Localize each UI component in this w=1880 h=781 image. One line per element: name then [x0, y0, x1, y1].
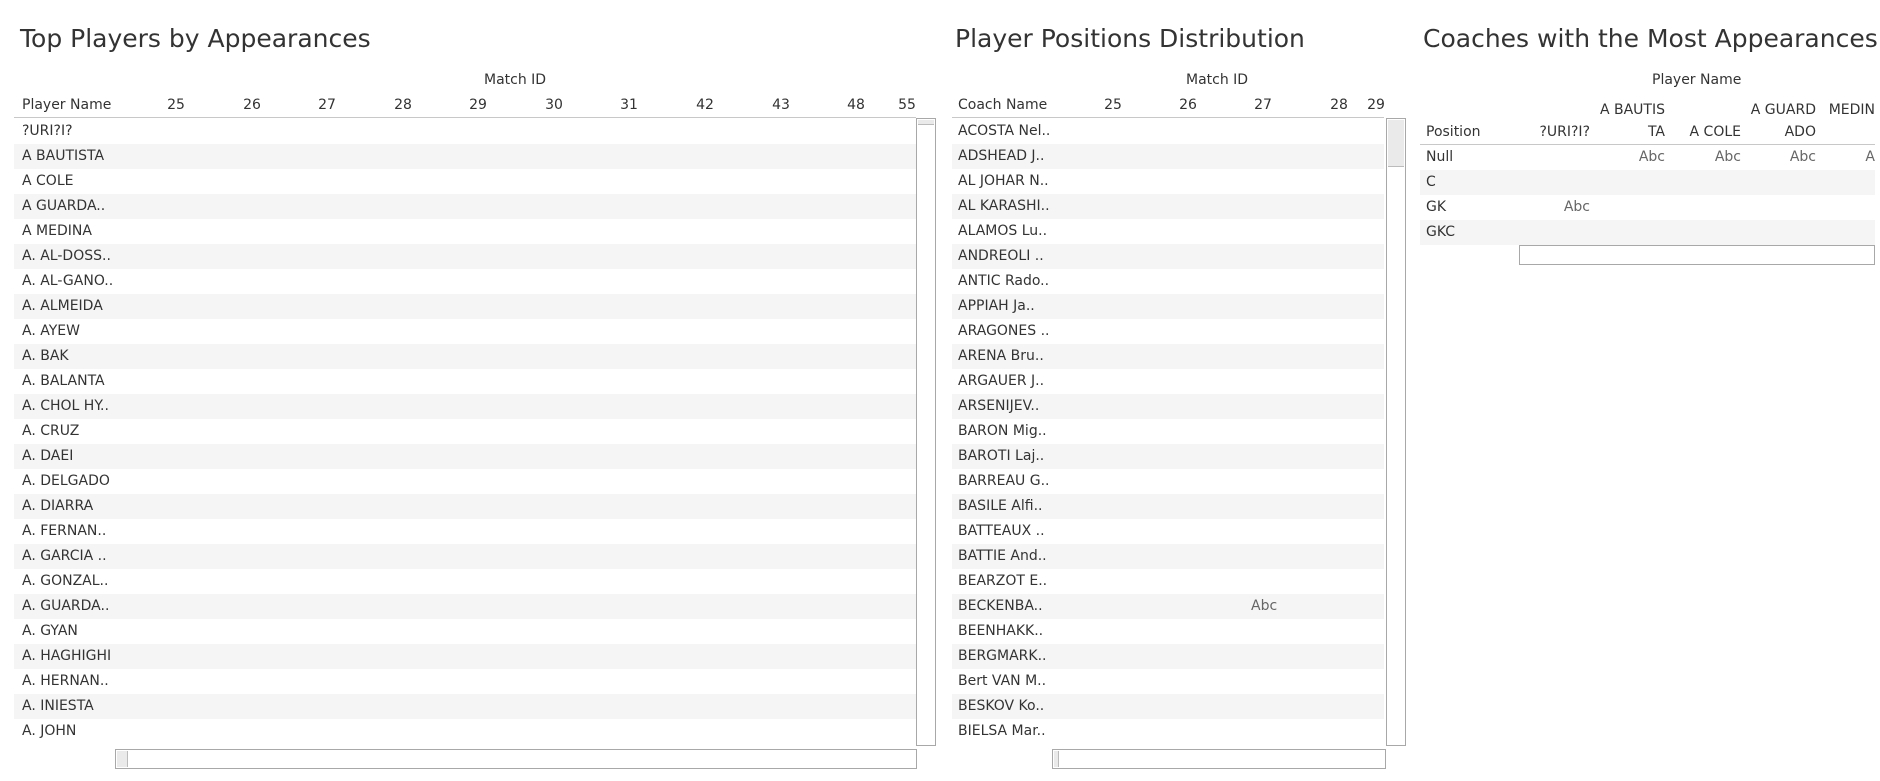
row-label: C: [1426, 174, 1436, 190]
sheet3-row-header: Position: [1426, 124, 1481, 140]
sheet3-horizontal-scrollbar[interactable]: [1519, 245, 1875, 265]
table-row[interactable]: [1420, 195, 1875, 220]
cell-mark[interactable]: Abc: [1661, 145, 1741, 170]
sheet3-column-header-line2: ADO: [1784, 124, 1816, 140]
table-row[interactable]: [1420, 170, 1875, 195]
sheet3-axis-title: Player Name: [1652, 72, 1742, 88]
sheet3-column-header-line1: MEDIN: [1828, 102, 1875, 118]
cell-mark[interactable]: Abc: [1585, 145, 1665, 170]
sheet-coaches: Coaches with the Most Appearances Player…: [0, 0, 1880, 781]
row-label: Null: [1426, 149, 1454, 165]
sheet3-title: Coaches with the Most Appearances: [1423, 24, 1878, 53]
row-label: GKC: [1426, 224, 1456, 240]
row-label: GK: [1426, 199, 1447, 215]
cell-mark[interactable]: A: [1795, 145, 1875, 170]
table-row[interactable]: [1420, 220, 1875, 245]
sheet3-column-header-line1: A BAUTIS: [1599, 102, 1665, 118]
cell-mark[interactable]: Abc: [1510, 195, 1590, 220]
